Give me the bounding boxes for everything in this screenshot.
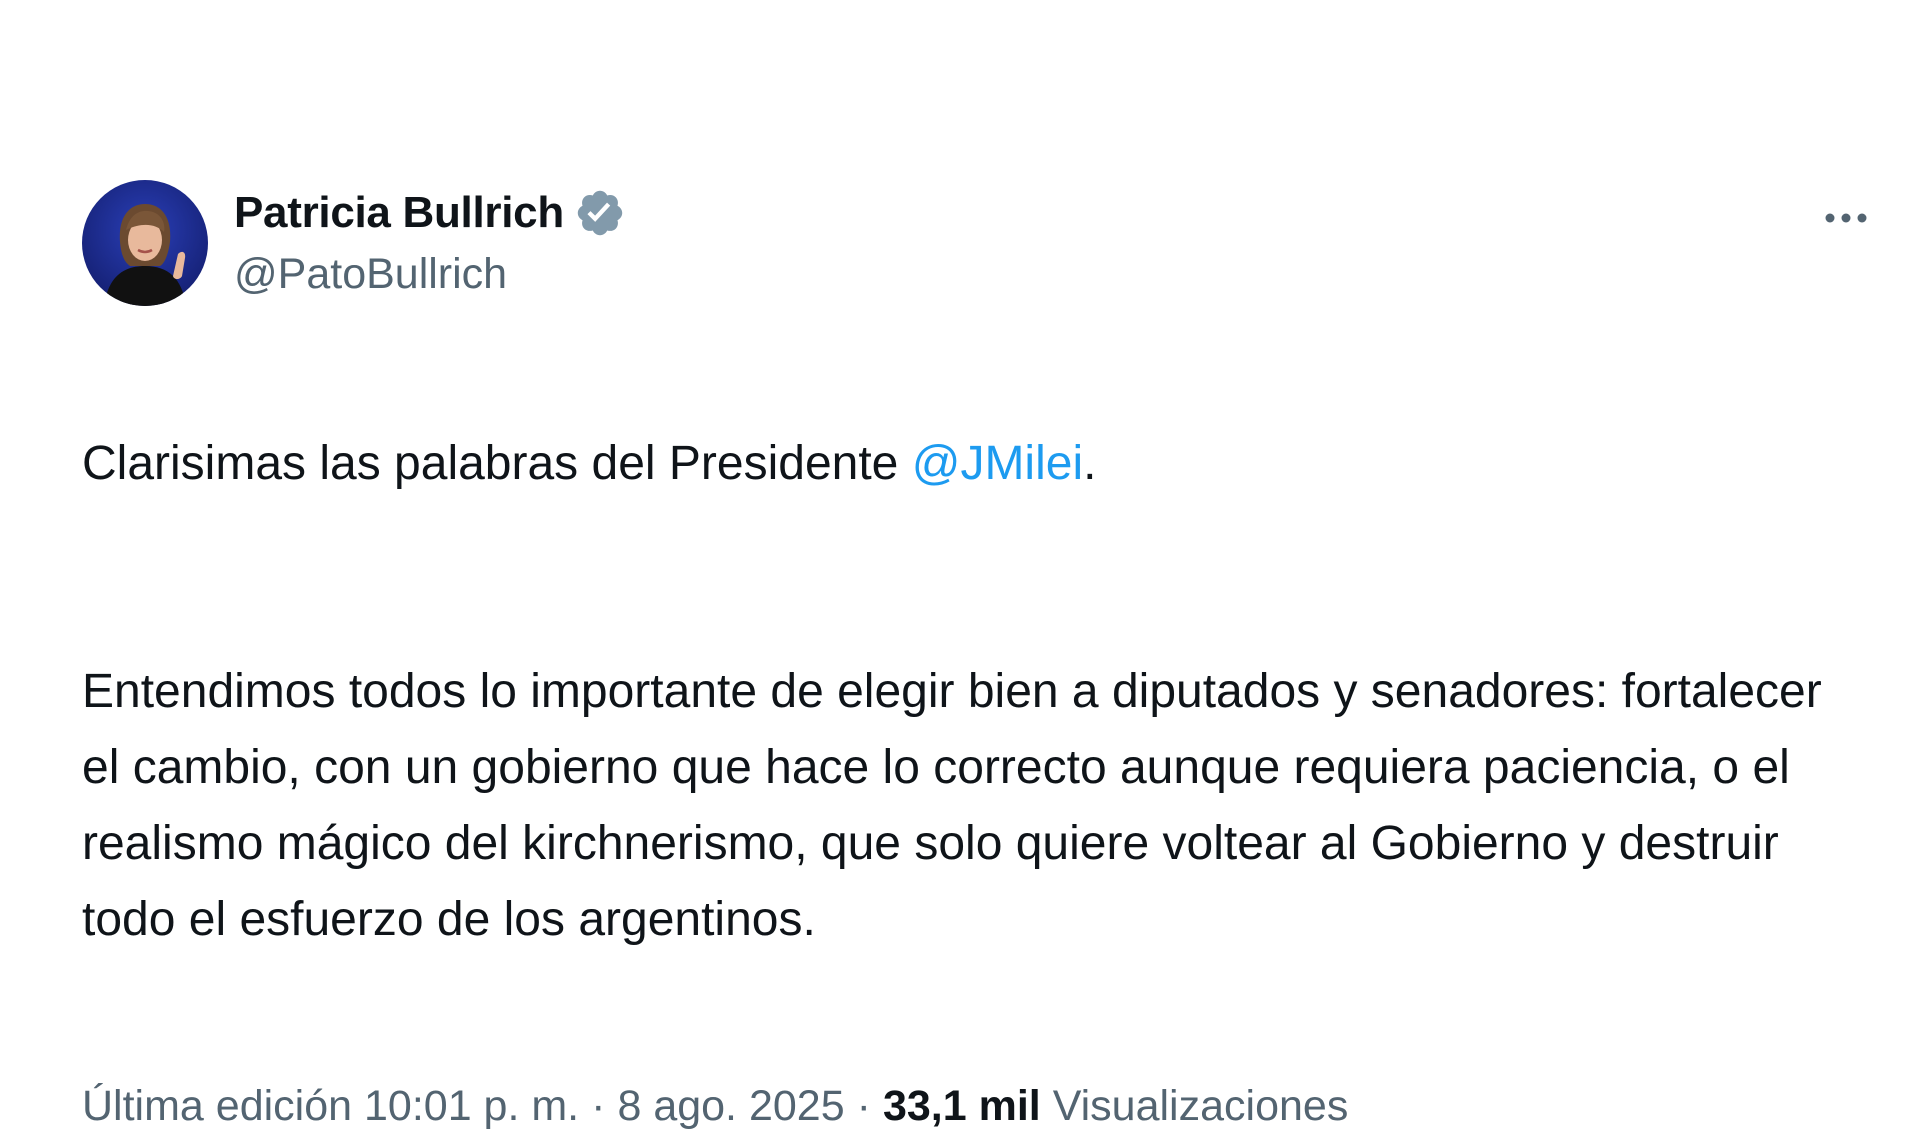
tweet-header: Patricia Bullrich @PatoBullrich: [82, 180, 1872, 306]
tweet-date-link[interactable]: 8 ago. 2025: [617, 1082, 844, 1131]
more-horizontal-icon[interactable]: [1816, 198, 1876, 238]
author-names: Patricia Bullrich @PatoBullrich: [234, 182, 626, 304]
mention-link[interactable]: @JMilei: [912, 437, 1083, 490]
author-display-name[interactable]: Patricia Bullrich: [234, 188, 564, 238]
views-label[interactable]: Visualizaciones: [1053, 1082, 1349, 1131]
avatar[interactable]: [82, 180, 208, 306]
tweet-paragraph-2: Entendimos todos lo importante de elegir…: [82, 665, 1822, 946]
tweet-meta: Última edición 10:01 p. m. · 8 ago. 2025…: [82, 1082, 1872, 1131]
author-handle[interactable]: @PatoBullrich: [234, 244, 626, 304]
tweet-paragraph-1: Clarisimas las palabras del Presidente @…: [82, 426, 1872, 502]
tweet-text-after-mention: .: [1083, 437, 1097, 490]
tweet-text: Clarisimas las palabras del Presidente @…: [82, 350, 1872, 1034]
avatar-image: [82, 180, 208, 306]
meta-separator: ·: [591, 1082, 606, 1130]
views-count: 33,1 mil: [882, 1082, 1041, 1130]
tweet-text-before-mention: Clarisimas las palabras del Presidente: [82, 437, 912, 490]
edited-time-link[interactable]: Última edición 10:01 p. m.: [82, 1082, 579, 1131]
tweet-card: Patricia Bullrich @PatoBullrich Clarisim…: [82, 180, 1872, 1131]
name-row: Patricia Bullrich: [234, 182, 626, 244]
meta-separator: ·: [856, 1082, 871, 1130]
verified-badge-icon[interactable]: [574, 187, 626, 239]
